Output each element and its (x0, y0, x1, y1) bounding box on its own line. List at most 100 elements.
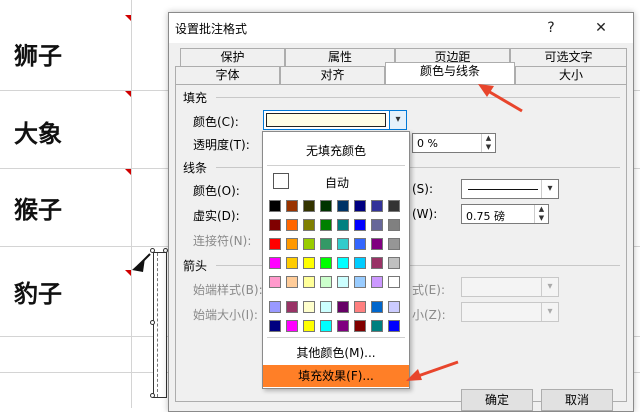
color-swatch[interactable] (337, 276, 349, 288)
color-swatch[interactable] (388, 257, 400, 269)
color-swatch[interactable] (371, 276, 383, 288)
color-swatch[interactable] (354, 276, 366, 288)
color-swatch[interactable] (354, 257, 366, 269)
tab-properties[interactable]: 属性 (285, 48, 395, 66)
help-button[interactable]: ? (539, 17, 563, 39)
fill-effects-option[interactable]: 填充效果(F)... (263, 365, 409, 387)
dialog-title: 设置批注格式 (175, 22, 248, 36)
auto-color-swatch[interactable] (273, 173, 289, 189)
tab-font[interactable]: 字体 (175, 66, 280, 84)
color-swatch[interactable] (269, 200, 281, 212)
color-swatch[interactable] (337, 219, 349, 231)
color-swatch[interactable] (320, 200, 332, 212)
close-button[interactable]: ✕ (589, 17, 613, 39)
tab-colors-and-lines[interactable]: 颜色与线条 (385, 62, 515, 84)
color-swatch[interactable] (286, 276, 298, 288)
tab-size[interactable]: 大小 (515, 66, 627, 84)
color-swatch[interactable] (269, 257, 281, 269)
fill-color-swatch (266, 113, 386, 127)
end-style-dropdown[interactable]: ▾ (461, 277, 559, 297)
cell-lion[interactable]: 狮子 (14, 36, 62, 71)
tab-protection[interactable]: 保护 (180, 48, 285, 66)
color-swatch[interactable] (388, 301, 400, 313)
color-swatch[interactable] (388, 320, 400, 332)
color-picker-popup: 无填充颜色 自动 其他颜色(M)... 填充效果(F)... (262, 131, 410, 389)
color-swatch[interactable] (320, 301, 332, 313)
color-swatch[interactable] (337, 238, 349, 250)
menu-divider (267, 165, 405, 166)
color-swatch[interactable] (303, 219, 315, 231)
no-fill-option[interactable]: 无填充颜色 (263, 140, 409, 162)
color-swatch[interactable] (354, 301, 366, 313)
color-swatch[interactable] (286, 219, 298, 231)
color-swatch[interactable] (371, 320, 383, 332)
resize-handle[interactable] (150, 248, 155, 253)
end-size-dropdown[interactable]: ▾ (461, 302, 559, 322)
color-swatch[interactable] (388, 238, 400, 250)
spin-arrows-icon[interactable]: ▲ ▼ (534, 205, 548, 223)
color-swatch[interactable] (388, 276, 400, 288)
color-swatch[interactable] (303, 320, 315, 332)
color-swatch[interactable] (337, 200, 349, 212)
line-section-title: 线条 (183, 161, 208, 175)
color-swatch[interactable] (320, 276, 332, 288)
auto-color-option[interactable]: 自动 (325, 174, 349, 191)
cell-monkey[interactable]: 猴子 (14, 190, 62, 225)
color-swatch[interactable] (269, 301, 281, 313)
color-swatch[interactable] (337, 301, 349, 313)
section-divider (216, 97, 620, 98)
resize-handle[interactable] (150, 393, 155, 398)
color-swatch[interactable] (371, 257, 383, 269)
color-swatch[interactable] (388, 200, 400, 212)
color-swatch[interactable] (269, 219, 281, 231)
color-swatch[interactable] (269, 276, 281, 288)
color-swatch[interactable] (303, 257, 315, 269)
color-swatch[interactable] (320, 257, 332, 269)
spin-arrows-icon[interactable]: ▲ ▼ (481, 134, 495, 152)
color-swatch[interactable] (320, 219, 332, 231)
chevron-down-icon[interactable]: ▾ (541, 180, 558, 198)
chevron-down-icon[interactable]: ▾ (389, 111, 406, 129)
color-swatch[interactable] (303, 200, 315, 212)
color-swatch[interactable] (354, 219, 366, 231)
comment-box[interactable] (153, 252, 167, 398)
tab-alt-text[interactable]: 可选文字 (510, 48, 627, 66)
connector-label: 连接符(N): (193, 234, 252, 248)
arrows-section-title: 箭头 (183, 259, 208, 273)
color-swatch[interactable] (286, 301, 298, 313)
color-swatch[interactable] (286, 200, 298, 212)
color-swatch[interactable] (354, 200, 366, 212)
color-swatch[interactable] (337, 257, 349, 269)
color-swatch[interactable] (269, 320, 281, 332)
color-swatch[interactable] (303, 276, 315, 288)
color-swatch[interactable] (303, 301, 315, 313)
color-swatch[interactable] (337, 320, 349, 332)
cell-elephant[interactable]: 大象 (14, 114, 62, 149)
color-swatch[interactable] (354, 238, 366, 250)
color-swatch[interactable] (286, 320, 298, 332)
tab-alignment[interactable]: 对齐 (280, 66, 385, 84)
color-swatch[interactable] (371, 301, 383, 313)
fill-color-dropdown[interactable]: ▾ (263, 110, 407, 130)
line-weight-input[interactable]: 0.75 磅 ▲ ▼ (461, 204, 549, 224)
transparency-input[interactable]: 0 % ▲ ▼ (412, 133, 496, 153)
color-swatch[interactable] (388, 219, 400, 231)
color-swatch[interactable] (303, 238, 315, 250)
column-divider (131, 0, 132, 408)
color-swatch[interactable] (371, 238, 383, 250)
fill-section-title: 填充 (183, 91, 208, 105)
line-weight-value: 0.75 磅 (466, 210, 505, 223)
resize-handle[interactable] (150, 320, 155, 325)
line-style-dropdown[interactable]: ▾ (461, 179, 559, 199)
color-swatch[interactable] (354, 320, 366, 332)
chevron-down-icon: ▾ (541, 278, 558, 296)
color-swatch[interactable] (320, 320, 332, 332)
color-swatch[interactable] (371, 200, 383, 212)
color-swatch[interactable] (371, 219, 383, 231)
cell-leopard[interactable]: 豹子 (14, 274, 62, 309)
color-swatch[interactable] (269, 238, 281, 250)
color-swatch[interactable] (286, 257, 298, 269)
color-swatch[interactable] (286, 238, 298, 250)
color-swatch[interactable] (320, 238, 332, 250)
more-colors-option[interactable]: 其他颜色(M)... (263, 342, 409, 364)
